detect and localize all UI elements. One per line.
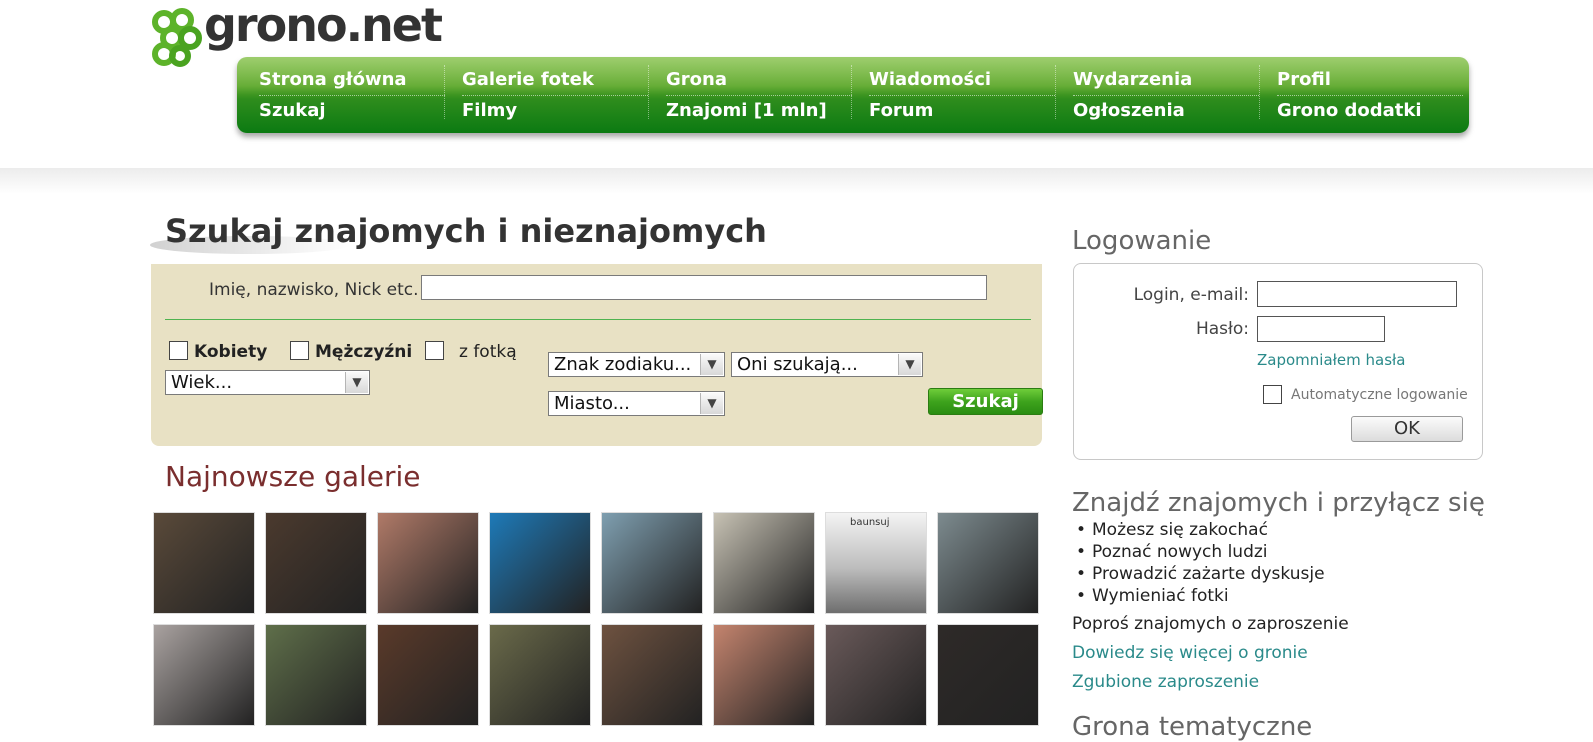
- forgot-password-link[interactable]: Zapomniałem hasła: [1257, 351, 1405, 369]
- list-item: Możesz się zakochać: [1076, 519, 1325, 541]
- lost-invitation-link[interactable]: Zgubione zaproszenie: [1072, 672, 1259, 692]
- zodiac-select-value: Znak zodiaku...: [554, 354, 692, 375]
- gallery-thumbnail[interactable]: [937, 624, 1039, 726]
- men-label: Mężczyźni: [315, 342, 413, 362]
- gallery-thumbnail[interactable]: [153, 512, 255, 614]
- gallery-thumbnail[interactable]: [265, 624, 367, 726]
- join-benefits-list: Możesz się zakochać Poznać nowych ludzi …: [1076, 519, 1325, 607]
- gallery-thumbnail[interactable]: baunsuj: [825, 512, 927, 614]
- search-panel: Imię, nazwisko, Nick etc. Kobiety Mężczy…: [151, 264, 1043, 446]
- grape-logo-icon: [152, 8, 202, 67]
- men-checkbox[interactable]: [290, 341, 309, 360]
- nav-column-2: Galerie fotek Filmy: [462, 65, 648, 127]
- grona-title: Grona tematyczne: [1072, 712, 1313, 742]
- login-ok-button[interactable]: OK: [1351, 416, 1463, 442]
- nav-filmy[interactable]: Filmy: [462, 96, 648, 126]
- gallery-thumbnail[interactable]: [601, 624, 703, 726]
- gallery-thumbnail[interactable]: [713, 512, 815, 614]
- nav-znajomi[interactable]: Znajomi [1 mln]: [666, 96, 852, 126]
- photo-label: z fotką: [459, 342, 517, 362]
- chevron-down-icon: ▼: [700, 354, 723, 375]
- nav-grona[interactable]: Grona: [666, 65, 852, 96]
- header-shadow-band: [0, 168, 1593, 194]
- nav-column-3: Grona Znajomi [1 mln]: [666, 65, 852, 127]
- chevron-down-icon: ▼: [700, 393, 723, 414]
- zodiac-select[interactable]: Znak zodiaku... ▼: [548, 352, 725, 377]
- nav-grono-dodatki[interactable]: Grono dodatki: [1277, 96, 1463, 126]
- gallery-thumbnail[interactable]: [489, 512, 591, 614]
- login-title: Logowanie: [1072, 226, 1212, 256]
- join-title: Znajdź znajomych i przyłącz się: [1072, 488, 1485, 518]
- list-item: Wymieniać fotki: [1076, 585, 1325, 607]
- nav-column-4: Wiadomości Forum: [869, 65, 1055, 127]
- gallery-thumbnail[interactable]: [265, 512, 367, 614]
- gallery-thumbnail[interactable]: [713, 624, 815, 726]
- nav-wydarzenia[interactable]: Wydarzenia: [1073, 65, 1259, 96]
- learn-more-link[interactable]: Dowiedz się więcej o gronie: [1072, 643, 1308, 663]
- galleries-title: Najnowsze galerie: [165, 460, 421, 493]
- nav-ogloszenia[interactable]: Ogłoszenia: [1073, 96, 1259, 126]
- main-nav: Strona główna Szukaj Galerie fotek Filmy…: [237, 57, 1469, 133]
- nav-column-6: Profil Grono dodatki: [1277, 65, 1463, 127]
- gallery-thumbnail[interactable]: [489, 624, 591, 726]
- login-panel: Login, e-mail: Hasło: Zapomniałem hasła …: [1073, 263, 1483, 460]
- women-checkbox[interactable]: [169, 341, 188, 360]
- nav-column-1: Strona główna Szukaj: [259, 65, 445, 127]
- header: grono.net Strona główna Szukaj Galerie f…: [0, 0, 1593, 194]
- looking-for-select-value: Oni szukają...: [737, 354, 858, 375]
- gallery-thumbnail[interactable]: [937, 512, 1039, 614]
- city-select-value: Miasto...: [554, 393, 630, 414]
- age-select[interactable]: Wiek... ▼: [165, 370, 370, 395]
- age-select-value: Wiek...: [171, 372, 233, 393]
- auto-login-checkbox[interactable]: [1263, 385, 1282, 404]
- ask-invitation-text: Poproś znajomych o zaproszenie: [1072, 614, 1349, 634]
- login-label: Login, e-mail:: [1133, 285, 1249, 305]
- search-button[interactable]: Szukaj: [928, 388, 1043, 415]
- gallery-thumbnail[interactable]: [153, 624, 255, 726]
- nav-separator: [444, 65, 445, 119]
- nav-separator: [851, 65, 852, 119]
- nav-column-5: Wydarzenia Ogłoszenia: [1073, 65, 1259, 127]
- name-label: Imię, nazwisko, Nick etc.: [209, 280, 419, 300]
- city-select[interactable]: Miasto... ▼: [548, 391, 725, 416]
- nav-separator: [648, 65, 649, 119]
- nav-profil[interactable]: Profil: [1277, 65, 1463, 96]
- chevron-down-icon: ▼: [898, 354, 921, 375]
- nav-szukaj[interactable]: Szukaj: [259, 96, 445, 126]
- nav-separator: [1259, 65, 1260, 119]
- women-label: Kobiety: [194, 342, 268, 362]
- gallery-thumbnail[interactable]: [601, 512, 703, 614]
- password-input[interactable]: [1257, 316, 1385, 342]
- divider: [165, 319, 1031, 320]
- nav-galerie-fotek[interactable]: Galerie fotek: [462, 65, 648, 96]
- login-input[interactable]: [1257, 281, 1457, 307]
- nav-forum[interactable]: Forum: [869, 96, 1055, 126]
- looking-for-select[interactable]: Oni szukają... ▼: [731, 352, 923, 377]
- page-title: Szukaj znajomych i nieznajomych: [165, 212, 767, 250]
- logo-text: grono.net: [204, 0, 443, 52]
- list-item: Poznać nowych ludzi: [1076, 541, 1325, 563]
- list-item: Prowadzić zażarte dyskusje: [1076, 563, 1325, 585]
- nav-strona-glowna[interactable]: Strona główna: [259, 65, 445, 96]
- chevron-down-icon: ▼: [345, 372, 368, 393]
- gallery-thumbnail[interactable]: [825, 624, 927, 726]
- nav-wiadomosci[interactable]: Wiadomości: [869, 65, 1055, 96]
- auto-login-label: Automatyczne logowanie: [1291, 387, 1468, 403]
- password-label: Hasło:: [1195, 319, 1249, 339]
- name-search-input[interactable]: [421, 275, 987, 300]
- photo-checkbox[interactable]: [425, 341, 444, 360]
- nav-separator: [1055, 65, 1056, 119]
- gallery-thumbnail[interactable]: [377, 624, 479, 726]
- gallery-thumbnail[interactable]: [377, 512, 479, 614]
- thumbnail-caption: baunsuj: [850, 517, 890, 528]
